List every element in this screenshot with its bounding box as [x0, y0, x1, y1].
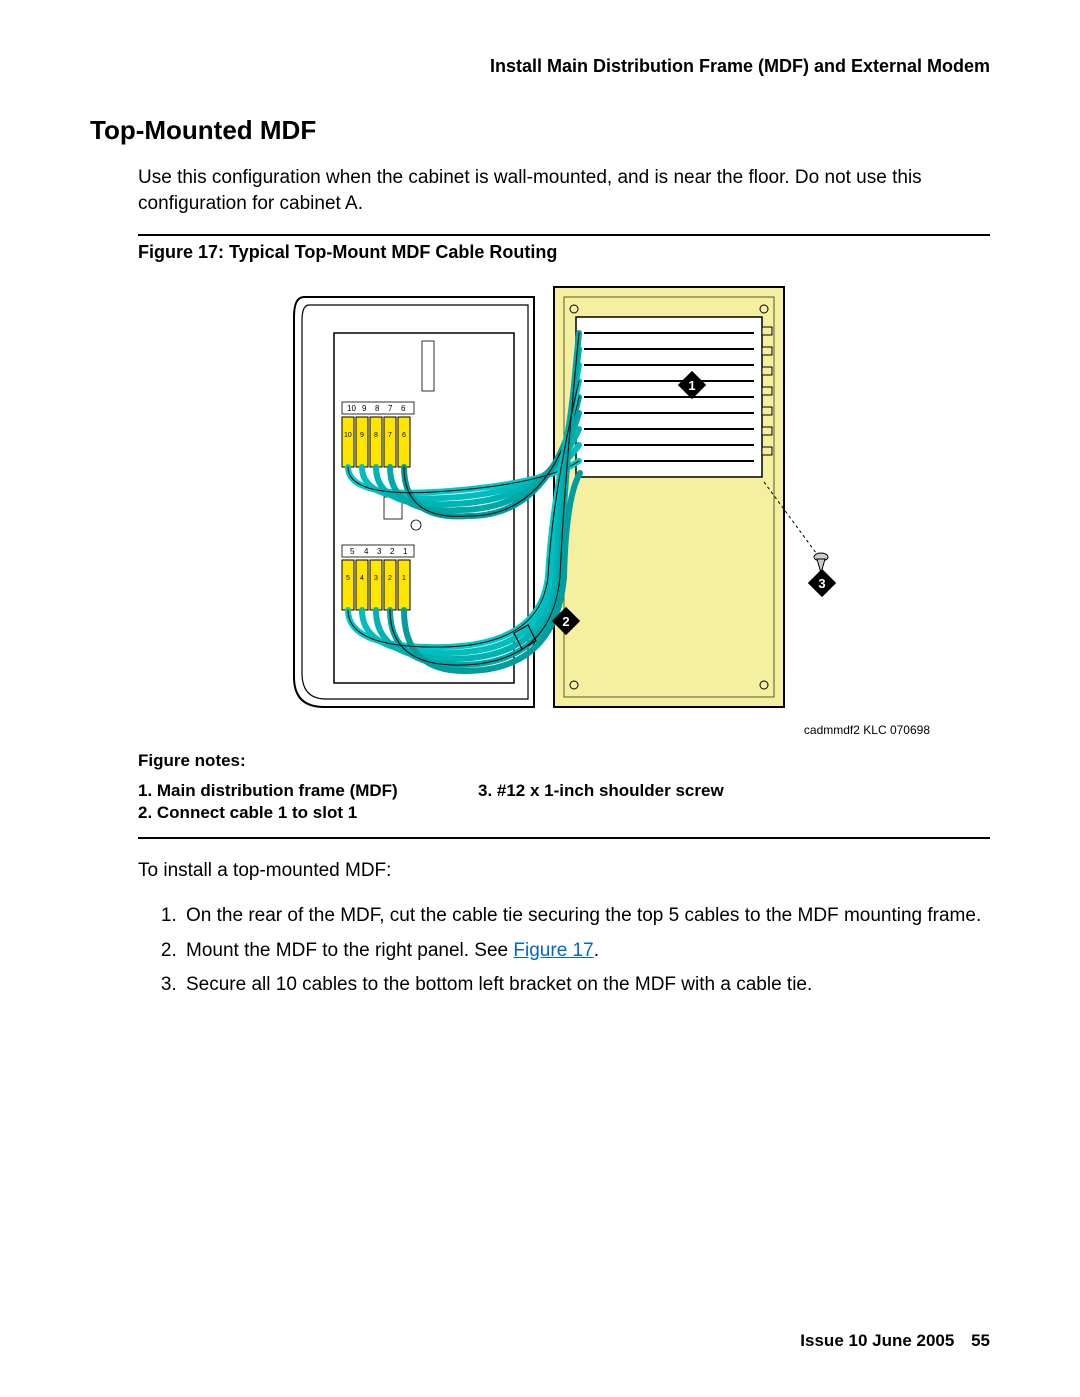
- figure-17-link[interactable]: Figure 17: [513, 940, 593, 961]
- svg-text:8: 8: [375, 404, 380, 413]
- figure-notes-title: Figure notes:: [138, 751, 990, 771]
- svg-text:1: 1: [688, 378, 695, 393]
- svg-text:6: 6: [402, 432, 406, 439]
- svg-text:5: 5: [350, 547, 355, 556]
- step-3: Secure all 10 cables to the bottom left …: [182, 972, 990, 999]
- svg-text:9: 9: [362, 404, 367, 413]
- figure: 10 9 8 7 6 10 9 8 7 6: [138, 277, 990, 717]
- step-2: Mount the MDF to the right panel. See Fi…: [182, 938, 990, 965]
- mdf-diagram: 10 9 8 7 6 10 9 8 7 6: [284, 277, 844, 717]
- note-1: 1. Main distribution frame (MDF): [138, 781, 478, 801]
- svg-text:1: 1: [402, 575, 406, 582]
- svg-text:10: 10: [347, 404, 356, 413]
- svg-text:6: 6: [401, 404, 406, 413]
- install-steps: On the rear of the MDF, cut the cable ti…: [156, 903, 990, 999]
- mdf-panel: [554, 287, 784, 707]
- step-1: On the rear of the MDF, cut the cable ti…: [182, 903, 990, 930]
- svg-text:7: 7: [388, 432, 392, 439]
- svg-text:3: 3: [374, 575, 378, 582]
- svg-text:2: 2: [562, 614, 569, 629]
- rule-bottom: [138, 837, 990, 839]
- svg-text:4: 4: [360, 575, 364, 582]
- lower-connectors: 5 4 3 2 1: [342, 560, 410, 610]
- svg-text:10: 10: [344, 432, 352, 439]
- note-3: 3. #12 x 1-inch shoulder screw: [478, 781, 818, 801]
- upper-connectors: 10 9 8 7 6: [342, 417, 410, 467]
- svg-text:1: 1: [403, 547, 408, 556]
- page-number: 55: [971, 1331, 990, 1351]
- svg-text:2: 2: [388, 575, 392, 582]
- svg-text:9: 9: [360, 432, 364, 439]
- svg-text:4: 4: [364, 547, 369, 556]
- figure-id: cadmmdf2 KLC 070698: [90, 723, 930, 737]
- note-2: 2. Connect cable 1 to slot 1: [138, 803, 478, 823]
- figure-caption: Figure 17: Typical Top-Mount MDF Cable R…: [138, 242, 990, 263]
- svg-text:3: 3: [377, 547, 382, 556]
- section-title: Top-Mounted MDF: [90, 115, 990, 146]
- svg-text:7: 7: [388, 404, 393, 413]
- svg-text:2: 2: [390, 547, 395, 556]
- svg-text:3: 3: [818, 576, 825, 591]
- issue-label: Issue 10 June 2005: [800, 1331, 954, 1350]
- install-lead: To install a top-mounted MDF:: [138, 858, 990, 884]
- page-header: Install Main Distribution Frame (MDF) an…: [90, 56, 990, 77]
- svg-text:5: 5: [346, 575, 350, 582]
- intro-paragraph: Use this configuration when the cabinet …: [138, 165, 990, 216]
- rule-top: [138, 234, 990, 236]
- svg-text:8: 8: [374, 432, 378, 439]
- figure-notes: 1. Main distribution frame (MDF) 2. Conn…: [138, 781, 990, 825]
- callout-3: 3: [808, 569, 836, 597]
- page-footer: Issue 10 June 2005 55: [800, 1331, 990, 1351]
